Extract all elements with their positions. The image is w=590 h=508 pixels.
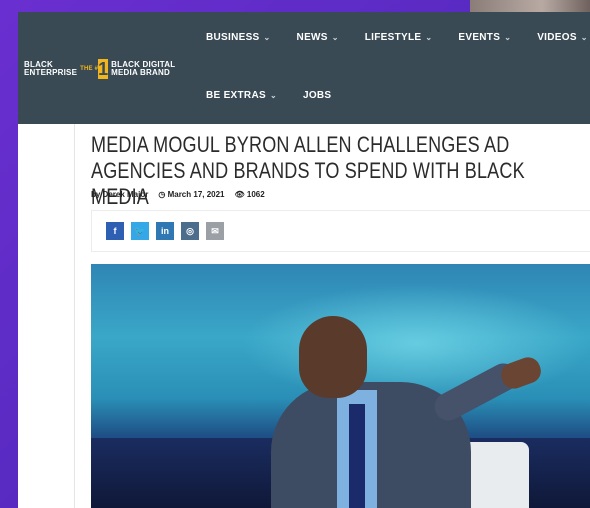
email-glyph: ✉ bbox=[211, 225, 219, 236]
nav-item-label: BUSINESS bbox=[206, 32, 260, 43]
site-logo[interactable]: BLACK ENTERPRISE THE # 1 BLACK DIGITAL M… bbox=[24, 58, 175, 80]
nav-menu-secondary: BE EXTRAS ⌄ JOBS bbox=[206, 90, 331, 101]
article-date-text: March 17, 2021 bbox=[167, 190, 225, 199]
nav-item-lifestyle[interactable]: LIFESTYLE ⌄ bbox=[365, 32, 433, 43]
nav-item-events[interactable]: EVENTS ⌄ bbox=[458, 32, 511, 43]
clock-icon: ◷ bbox=[158, 190, 166, 199]
email-icon[interactable]: ✉ bbox=[206, 222, 224, 240]
article-author[interactable]: by Derek Major bbox=[91, 190, 148, 199]
nav-item-label: NEWS bbox=[296, 32, 328, 43]
facebook-glyph: f bbox=[113, 226, 117, 236]
share-bar: f 🐦 in ◎ ✉ bbox=[91, 210, 590, 252]
eye-icon: 👁 bbox=[234, 190, 245, 199]
nav-item-videos[interactable]: VIDEOS ⌄ bbox=[537, 32, 588, 43]
nav-item-business[interactable]: BUSINESS ⌄ bbox=[206, 32, 271, 43]
twitter-glyph: 🐦 bbox=[134, 225, 146, 236]
nav-item-label: EVENTS bbox=[458, 32, 501, 43]
nav-item-be-extras[interactable]: BE EXTRAS ⌄ bbox=[206, 90, 277, 101]
chevron-down-icon: ⌄ bbox=[425, 33, 433, 42]
article-meta: by Derek Major ◷ March 17, 2021 👁 1062 bbox=[91, 190, 265, 199]
linkedin-icon[interactable]: in bbox=[156, 222, 174, 240]
chevron-down-icon: ⌄ bbox=[269, 91, 277, 100]
nav-item-label: LIFESTYLE bbox=[364, 32, 422, 43]
logo-number-one: THE # 1 bbox=[80, 59, 108, 79]
chevron-down-icon: ⌄ bbox=[580, 33, 588, 42]
logo-the: THE # bbox=[80, 66, 99, 72]
twitter-icon[interactable]: 🐦 bbox=[131, 222, 149, 240]
nav-item-label: VIDEOS bbox=[537, 32, 577, 43]
share-buttons: f 🐦 in ◎ ✉ bbox=[106, 222, 224, 240]
nav-menu-primary: BUSINESS ⌄ NEWS ⌄ LIFESTYLE ⌄ EVENTS ⌄ V… bbox=[206, 32, 588, 43]
nav-item-label: BE EXTRAS bbox=[206, 90, 266, 101]
logo-black-enterprise: BLACK ENTERPRISE bbox=[24, 61, 77, 77]
article-container: MEDIA MOGUL BYRON ALLEN CHALLENGES AD AG… bbox=[74, 124, 590, 508]
chevron-down-icon: ⌄ bbox=[331, 33, 339, 42]
browser-page: BLACK ENTERPRISE THE # 1 BLACK DIGITAL M… bbox=[18, 12, 590, 508]
chevron-down-icon: ⌄ bbox=[263, 33, 271, 42]
instagram-glyph: ◎ bbox=[186, 225, 194, 236]
speaker-head bbox=[299, 316, 367, 398]
article-views-count: 1062 bbox=[246, 190, 265, 199]
nav-item-label: JOBS bbox=[302, 90, 332, 101]
logo-one: 1 bbox=[98, 59, 109, 79]
background-photo-corner bbox=[470, 0, 590, 12]
article-views: 👁 1062 bbox=[235, 190, 265, 199]
linkedin-glyph: in bbox=[161, 226, 169, 236]
instagram-icon[interactable]: ◎ bbox=[181, 222, 199, 240]
article-date: ◷ March 17, 2021 bbox=[158, 190, 224, 199]
site-navbar: BLACK ENTERPRISE THE # 1 BLACK DIGITAL M… bbox=[18, 12, 590, 124]
logo-tagline: BLACK DIGITAL MEDIA BRAND bbox=[111, 61, 175, 77]
chevron-down-icon: ⌄ bbox=[504, 33, 512, 42]
nav-item-jobs[interactable]: JOBS bbox=[303, 90, 331, 101]
facebook-icon[interactable]: f bbox=[106, 222, 124, 240]
speaker-tie bbox=[349, 404, 365, 508]
nav-item-news[interactable]: NEWS ⌄ bbox=[297, 32, 339, 43]
article-hero-image bbox=[91, 264, 590, 508]
logo-tagline-line2: MEDIA BRAND bbox=[111, 68, 170, 77]
logo-text-enterprise: ENTERPRISE bbox=[24, 68, 78, 77]
